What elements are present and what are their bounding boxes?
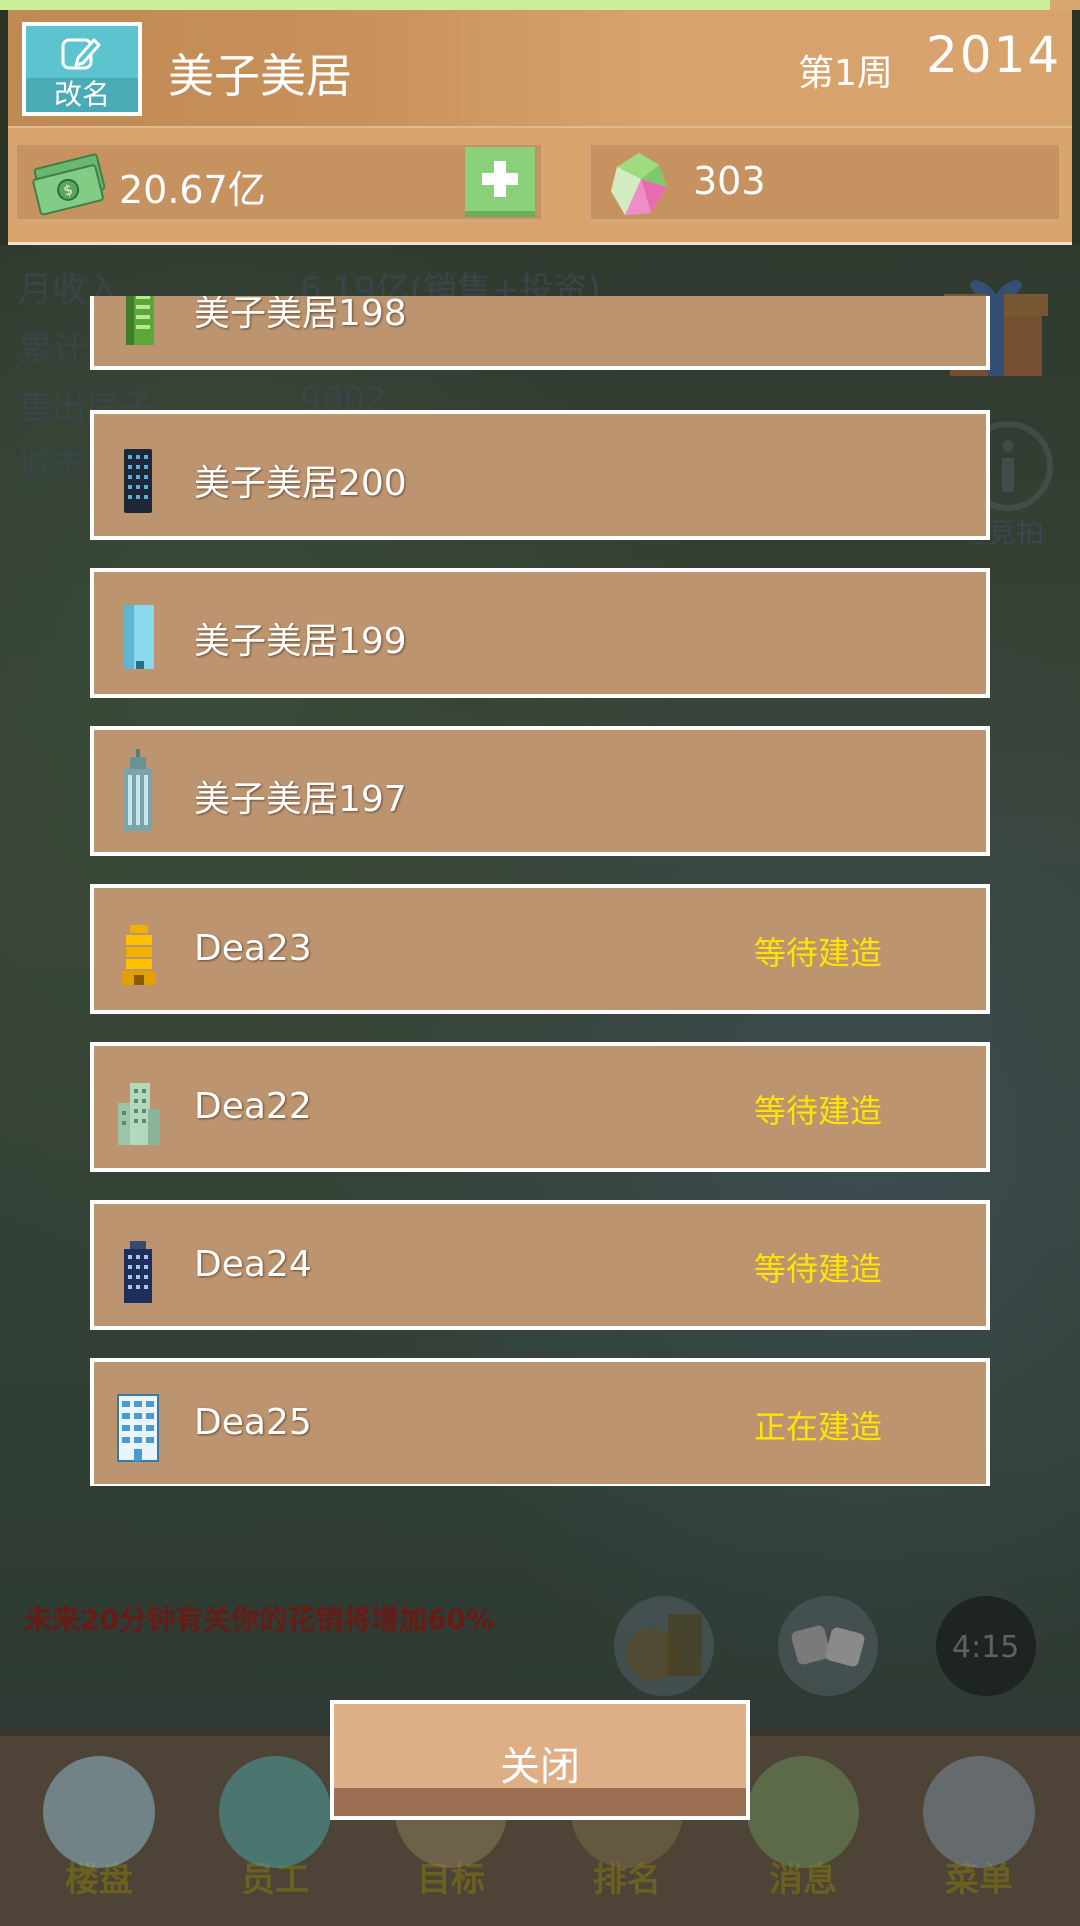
rename-button[interactable]: 改名: [22, 22, 142, 116]
timer-label: 4:15: [952, 1630, 1020, 1665]
glass-tower-icon: [124, 605, 154, 669]
list-item[interactable]: 美子美居200: [90, 410, 990, 540]
building-name: Dea25: [194, 1402, 312, 1443]
gem-value: 303: [693, 159, 766, 203]
coins-icon[interactable]: [612, 1594, 716, 1698]
building-list[interactable]: 美子美居198 美子美居200 美子美居199 美子美居197 Dea23 等待…: [0, 296, 1080, 1486]
pencil-icon: [61, 38, 101, 70]
handshake-icon: [219, 1756, 331, 1868]
skyscraper-icon: [124, 749, 152, 831]
menu-icon: [923, 1756, 1035, 1868]
nav-item-staff[interactable]: 员工: [200, 1756, 350, 1901]
building-name: 美子美居198: [194, 296, 407, 334]
money-value: 20.67亿: [119, 168, 266, 212]
building-name: 美子美居200: [194, 463, 407, 504]
list-item[interactable]: 美子美居199: [90, 568, 990, 698]
company-name: 美子美居: [168, 49, 352, 103]
week-counter: 第1周: [798, 53, 893, 94]
dark-tower-icon: [124, 449, 152, 513]
progress-strip: [0, 0, 1080, 10]
nav-item-menu[interactable]: 菜单: [904, 1756, 1054, 1901]
close-label: 关闭: [500, 1744, 580, 1790]
nav-item-buildings[interactable]: 楼盘: [24, 1756, 174, 1901]
expense-notice: 未来20分钟有关你的花销将增加60%: [24, 1603, 494, 1636]
close-button[interactable]: 关闭: [330, 1700, 750, 1820]
building-status: 正在建造: [754, 1408, 883, 1446]
nav-item-messages[interactable]: 消息: [728, 1756, 878, 1901]
building-icon: [43, 1756, 155, 1868]
building-status: 等待建造: [754, 934, 883, 972]
rename-label: 改名: [26, 78, 138, 112]
blue-apartment-icon: [117, 1394, 159, 1462]
list-item[interactable]: Dea23 等待建造: [90, 884, 990, 1014]
list-item[interactable]: 美子美居198: [90, 296, 990, 370]
add-money-button[interactable]: [465, 147, 535, 217]
building-status: 等待建造: [754, 1250, 883, 1288]
money-panel: $ 20.67亿: [14, 142, 544, 222]
building-name: Dea22: [194, 1086, 312, 1127]
building-name: Dea23: [194, 928, 312, 969]
dice-icon[interactable]: [776, 1594, 880, 1698]
list-item[interactable]: Dea24 等待建造: [90, 1200, 990, 1330]
cash-icon: $: [32, 153, 106, 216]
company-header: 改名 美子美居 第1周 2014 $ 20.67亿 303: [8, 10, 1072, 245]
building-name: Dea24: [194, 1244, 312, 1285]
building-name: 美子美居199: [194, 621, 407, 662]
golden-tower-icon: [122, 925, 156, 985]
navy-tower-icon: [124, 1241, 152, 1303]
list-item[interactable]: Dea22 等待建造: [90, 1042, 990, 1172]
gem-icon: [611, 153, 667, 215]
office-block-icon: [118, 1083, 160, 1145]
gem-panel: 303: [588, 142, 1062, 222]
green-tower-icon: [126, 296, 154, 345]
building-name: 美子美居197: [194, 779, 407, 820]
year-counter: 2014: [926, 26, 1062, 84]
list-item[interactable]: 美子美居197: [90, 726, 990, 856]
message-icon: [747, 1756, 859, 1868]
list-item[interactable]: Dea25 正在建造: [90, 1358, 990, 1486]
building-status: 等待建造: [754, 1092, 883, 1130]
